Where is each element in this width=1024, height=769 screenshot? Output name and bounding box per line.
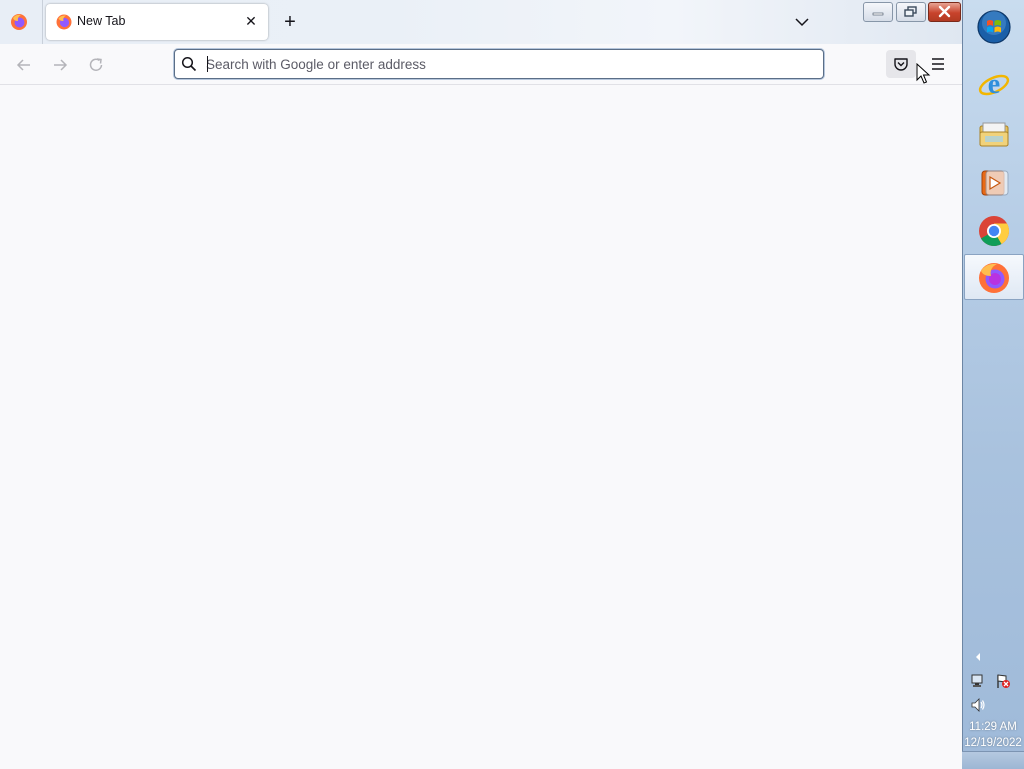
clock-time: 11:29 AM bbox=[969, 721, 1017, 733]
show-hidden-icons-arrow-icon[interactable] bbox=[973, 652, 983, 662]
ie-icon: e bbox=[978, 69, 1010, 100]
new-tab-button[interactable]: + bbox=[280, 12, 300, 32]
svg-text:e: e bbox=[988, 69, 1000, 100]
taskbar-chrome[interactable] bbox=[965, 208, 1023, 252]
chrome-icon bbox=[979, 216, 1009, 247]
taskbar-firefox[interactable] bbox=[964, 254, 1024, 300]
minimize-button[interactable] bbox=[863, 2, 893, 22]
folder-icon bbox=[979, 122, 1009, 147]
mouse-cursor-icon bbox=[916, 63, 931, 84]
page-content bbox=[0, 85, 962, 768]
windows-start-orb-icon bbox=[977, 10, 1011, 44]
list-all-tabs-chevron-icon[interactable] bbox=[792, 12, 812, 32]
start-button[interactable] bbox=[965, 6, 1023, 50]
clock-date: 12/19/2022 bbox=[964, 737, 1022, 749]
search-icon bbox=[181, 56, 197, 72]
system-clock[interactable]: 11:29 AM 12/19/2022 bbox=[962, 719, 1024, 751]
firefox-window: New Tab ✕ + bbox=[0, 0, 962, 768]
back-arrow-icon[interactable] bbox=[14, 55, 34, 75]
close-window-button[interactable] bbox=[928, 2, 961, 22]
tab-strip: New Tab ✕ + bbox=[0, 0, 962, 44]
show-desktop-button[interactable] bbox=[962, 751, 1024, 769]
search-input[interactable] bbox=[206, 53, 806, 75]
tab-close-button[interactable]: ✕ bbox=[242, 12, 260, 30]
restore-button[interactable] bbox=[896, 2, 926, 22]
firefox-view-icon[interactable] bbox=[10, 13, 28, 31]
network-icon[interactable] bbox=[970, 673, 986, 689]
tab-new-tab[interactable]: New Tab ✕ bbox=[46, 4, 268, 40]
tab-title: New Tab bbox=[77, 14, 126, 28]
volume-icon[interactable] bbox=[970, 697, 986, 713]
tab-separator bbox=[42, 0, 43, 44]
media-player-icon bbox=[981, 170, 1009, 196]
reload-icon[interactable] bbox=[86, 55, 106, 75]
save-to-pocket-button[interactable] bbox=[886, 50, 916, 78]
firefox-favicon-icon bbox=[56, 14, 72, 30]
address-bar[interactable] bbox=[174, 49, 824, 79]
action-center-flag-icon[interactable] bbox=[995, 673, 1011, 689]
taskbar: e bbox=[962, 0, 1024, 768]
taskbar-windows-explorer[interactable] bbox=[965, 112, 1023, 156]
navigation-toolbar bbox=[0, 44, 962, 85]
taskbar-internet-explorer[interactable]: e bbox=[965, 62, 1023, 106]
pocket-icon bbox=[894, 58, 908, 71]
firefox-icon bbox=[979, 263, 1009, 293]
forward-arrow-icon[interactable] bbox=[50, 55, 70, 75]
taskbar-media-player[interactable] bbox=[965, 160, 1023, 204]
text-caret bbox=[207, 56, 208, 72]
